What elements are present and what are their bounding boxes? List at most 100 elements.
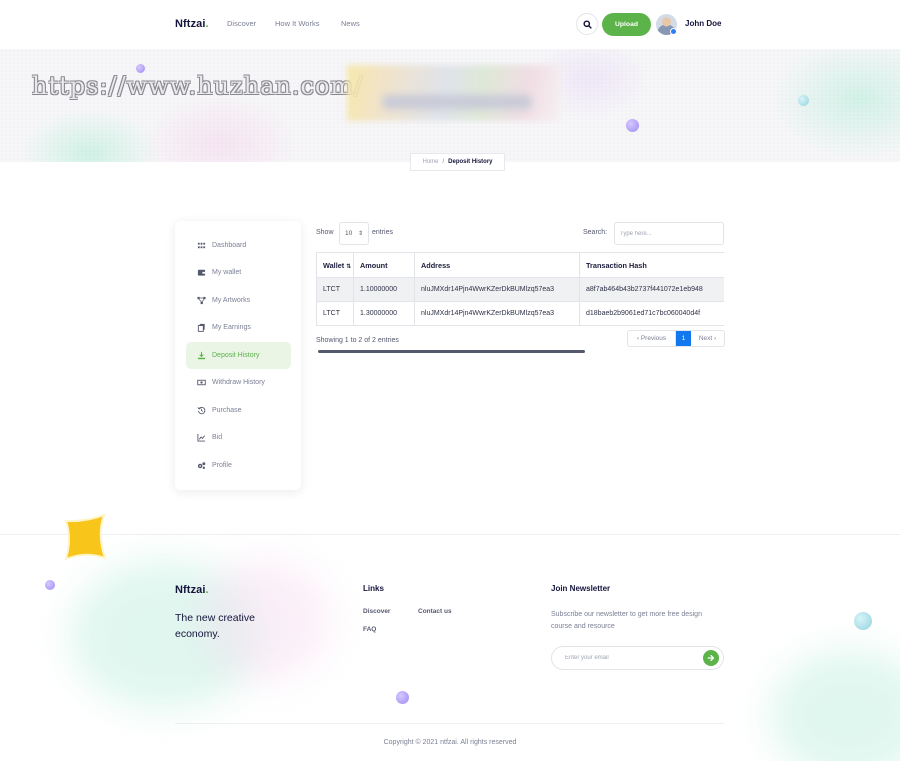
decor-orb <box>396 691 409 704</box>
cell-address: nluJMXdr14Pjn4WwrKZerDkBUMlzq57ea3 <box>414 277 580 302</box>
sidebar-item-my-earnings[interactable]: My Earnings <box>186 314 291 341</box>
column-header-address[interactable]: Address <box>414 252 580 278</box>
column-header-amount[interactable]: Amount <box>353 252 415 278</box>
copyright-divider <box>175 723 724 724</box>
pagination: ‹ Previous 1 Next › <box>627 330 725 347</box>
copyright-text: Copyright © 2021 ntfzai. All rights rese… <box>383 739 517 746</box>
entries-label: entries <box>372 229 394 236</box>
sidebar-item-label: Purchase <box>212 407 242 414</box>
page-length-value: 10 <box>345 230 353 237</box>
nodes-icon <box>196 296 206 306</box>
select-arrows-icon: ⇕ <box>357 231 363 237</box>
breadcrumb-current: Deposit History <box>448 159 493 165</box>
gears-icon <box>196 461 206 471</box>
footer-tagline: The new creative economy. <box>175 612 255 640</box>
sidebar-item-my-wallet[interactable]: My wallet <box>186 259 291 286</box>
newsletter-submit-button[interactable] <box>703 650 719 666</box>
newsletter-email-input[interactable] <box>551 646 724 670</box>
show-label: Show <box>316 229 334 236</box>
footer-brand-name: Nftzai <box>175 584 206 596</box>
decor-orb <box>798 95 809 106</box>
arrow-right-icon <box>707 654 715 662</box>
sort-icon: ⇅ <box>346 263 352 270</box>
footer-divider <box>0 534 900 535</box>
footer-link-faq[interactable]: FAQ <box>363 626 376 633</box>
sidebar-item-my-artworks[interactable]: My Artworks <box>186 287 291 314</box>
nav-news[interactable]: News <box>341 19 360 28</box>
copy-icon <box>196 323 206 333</box>
star-sparkle-icon <box>64 513 107 561</box>
search-icon <box>582 19 592 29</box>
sidebar-item-profile[interactable]: Profile <box>186 452 291 479</box>
table-search-input[interactable] <box>614 222 724 245</box>
upload-button[interactable]: Upload <box>602 13 651 36</box>
page-length-select[interactable]: 10 ⇕ <box>339 222 369 245</box>
footer-brand-dot: . <box>205 584 209 596</box>
footer-link-contact-us[interactable]: Contact us <box>418 608 452 615</box>
sidebar-item-label: Deposit History <box>212 352 260 359</box>
pagination-page-1[interactable]: 1 <box>676 331 691 346</box>
decor-orb <box>136 64 145 73</box>
search-button[interactable] <box>576 13 598 35</box>
decor-orb <box>854 612 872 630</box>
user-name[interactable]: John Doe <box>685 19 721 28</box>
column-header-transaction-hash[interactable]: Transaction Hash <box>579 252 724 278</box>
table-row: LTCT 1.30000000 nluJMXdr14Pjn4WwrKZerDkB… <box>316 301 724 326</box>
deposit-history-table: Wallet ⇅ Amount Address Transaction Hash … <box>316 252 724 326</box>
sidebar-item-label: Dashboard <box>212 242 247 249</box>
sidebar-item-deposit-history[interactable]: Deposit History <box>186 342 291 369</box>
footer-links-heading: Links <box>363 584 384 593</box>
page-banner: https://www.huzhan.com/ <box>0 49 900 162</box>
cell-wallet: LTCT <box>316 277 354 302</box>
site-header: Nftzai. Discover How It Works News Uploa… <box>0 0 900 49</box>
cell-transaction-hash: a8f7ab464b43b2737f441072e1eb948 <box>579 277 724 302</box>
table-row: LTCT 1.10000000 nluJMXdr14Pjn4WwrKZerDkB… <box>316 277 724 302</box>
table-header-row: Wallet ⇅ Amount Address Transaction Hash <box>316 252 724 278</box>
cell-wallet: LTCT <box>316 301 354 326</box>
grid-icon <box>196 241 206 251</box>
dashboard-sidebar: Dashboard My wallet My Artworks My Earni… <box>175 221 301 490</box>
table-info: Showing 1 to 2 of 2 entries <box>316 337 399 344</box>
brand-logo[interactable]: Nftzai. <box>175 18 209 30</box>
pagination-next[interactable]: Next › <box>691 331 724 346</box>
breadcrumb-home[interactable]: Home <box>422 159 438 165</box>
search-label: Search: <box>583 229 608 236</box>
cell-address: nluJMXdr14Pjn4WwrKZerDkBUMlzq57ea3 <box>414 301 580 326</box>
cash-icon <box>196 378 206 388</box>
decor-orb <box>626 119 639 132</box>
chart-icon <box>196 433 206 443</box>
column-header-wallet[interactable]: Wallet ⇅ <box>316 252 354 278</box>
decor-orb <box>45 580 55 590</box>
sidebar-item-label: Withdraw History <box>212 379 265 386</box>
sidebar-item-bid[interactable]: Bid <box>186 424 291 451</box>
brand-name: Nftzai <box>175 18 206 30</box>
sidebar-item-label: My Earnings <box>212 324 251 331</box>
footer-link-discover[interactable]: Discover <box>363 608 390 615</box>
nav-how-it-works[interactable]: How It Works <box>275 19 319 28</box>
sidebar-item-purchase[interactable]: Purchase <box>186 397 291 424</box>
nav-discover[interactable]: Discover <box>227 19 256 28</box>
blurred-banner-title <box>347 65 562 121</box>
sidebar-item-dashboard[interactable]: Dashboard <box>186 232 291 259</box>
sidebar-item-label: My wallet <box>212 269 242 276</box>
sidebar-item-label: Bid <box>212 434 223 441</box>
breadcrumb: Home / Deposit History <box>410 153 505 171</box>
sidebar-item-label: My Artworks <box>212 297 251 304</box>
cell-amount: 1.10000000 <box>353 277 415 302</box>
deposit-icon <box>196 351 206 361</box>
table-horizontal-scrollbar[interactable] <box>318 350 585 353</box>
footer-brand-logo[interactable]: Nftzai. <box>175 584 209 596</box>
sidebar-item-label: Profile <box>212 462 232 469</box>
brand-dot: . <box>205 18 209 30</box>
table-scroll-area[interactable]: Wallet ⇅ Amount Address Transaction Hash … <box>316 252 724 326</box>
breadcrumb-separator: / <box>442 159 445 165</box>
pagination-previous[interactable]: ‹ Previous <box>628 331 676 346</box>
newsletter-heading: Join Newsletter <box>551 584 611 593</box>
cell-transaction-hash: d18baeb2b9061ed71c7bc060040d4f <box>579 301 724 326</box>
newsletter-description: Subscribe our newsletter to get more fre… <box>551 611 702 630</box>
verified-badge-icon <box>670 28 677 35</box>
watermark-text: https://www.huzhan.com/ <box>32 72 364 100</box>
sidebar-item-withdraw-history[interactable]: Withdraw History <box>186 369 291 396</box>
history-icon <box>196 406 206 416</box>
wallet-icon <box>196 268 206 278</box>
